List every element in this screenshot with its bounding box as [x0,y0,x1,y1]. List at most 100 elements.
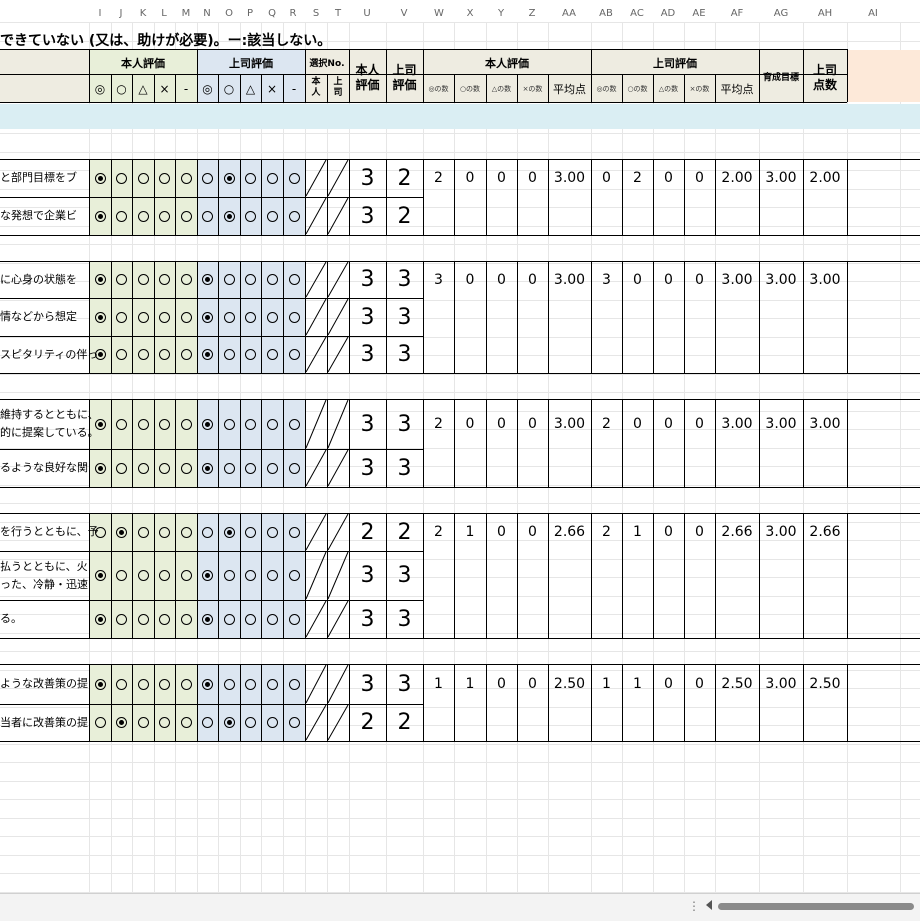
radio-icon[interactable] [245,613,256,625]
boss-eval-radio[interactable] [218,298,240,336]
radio-icon[interactable] [245,274,256,285]
boss-eval-radio[interactable] [218,261,240,298]
radio-icon[interactable] [245,526,256,538]
boss-eval-group-header[interactable]: 上司評価 [197,52,305,74]
radio-icon[interactable] [202,462,213,474]
boss-count-3[interactable]: 0 [653,159,684,197]
self-count-4[interactable]: 0 [517,159,548,197]
self-score-cell[interactable]: 3 [349,551,386,600]
radio-icon[interactable] [180,678,192,690]
column-header[interactable]: R [283,8,303,20]
self-eval-radio[interactable] [89,298,111,336]
target-value[interactable]: 3.00 [759,261,803,298]
target-value[interactable]: 3.00 [759,513,803,551]
more-vert-icon[interactable]: ⋮ [688,899,700,913]
boss-points-value[interactable]: 2.50 [803,664,847,704]
boss-symbol-header[interactable]: - [283,76,305,102]
boss-symbol-header[interactable]: △ [240,76,261,102]
boss-eval-radio[interactable] [261,704,283,741]
radio-icon[interactable] [202,210,213,222]
self-score-cell[interactable]: 3 [349,197,386,235]
self-eval-radio[interactable] [89,704,111,741]
self-count-3[interactable]: 0 [486,261,517,298]
radio-icon[interactable] [116,210,127,222]
boss-eval-radio[interactable] [283,261,305,298]
self-count-1[interactable]: 2 [423,513,454,551]
self-eval-radio[interactable] [111,704,132,741]
radio-icon[interactable] [288,462,300,474]
self-eval-radio[interactable] [89,261,111,298]
radio-icon[interactable] [116,613,127,625]
radio-icon[interactable] [137,570,149,581]
self-eval-radio[interactable] [111,159,132,197]
boss-score-header[interactable]: 上司 評価 [386,56,423,100]
self-eval-radio[interactable] [154,600,175,638]
self-eval-radio[interactable] [154,513,175,551]
radio-icon[interactable] [180,172,192,184]
radio-icon[interactable] [223,613,235,625]
self-count-header[interactable]: ◎の数 [423,76,454,102]
boss-avg[interactable]: 2.50 [715,664,759,704]
self-avg[interactable]: 2.50 [548,664,591,704]
radio-icon[interactable] [266,210,278,222]
radio-icon[interactable] [245,678,256,690]
self-eval-radio[interactable] [111,600,132,638]
boss-eval-radio[interactable] [240,336,261,373]
self-label-header[interactable]: 本人 [305,74,327,102]
boss-eval-radio[interactable] [240,704,261,741]
radio-icon[interactable] [180,526,192,538]
radio-icon[interactable] [266,717,278,728]
boss-count-4[interactable]: 0 [684,261,715,298]
radio-icon[interactable] [266,311,278,323]
radio-icon[interactable] [94,311,106,323]
boss-eval-radio[interactable] [218,197,240,235]
boss-count-2[interactable]: 1 [622,664,653,704]
self-count-3[interactable]: 0 [486,513,517,551]
self-count-2[interactable]: 0 [454,399,486,449]
radio-icon[interactable] [245,717,256,728]
self-eval-radio[interactable] [175,261,197,298]
radio-icon[interactable] [202,418,213,430]
self-eval-radio[interactable] [89,197,111,235]
column-header[interactable]: Y [491,8,511,20]
boss-eval-radio[interactable] [218,664,240,704]
boss-count-2[interactable]: 0 [622,261,653,298]
self-eval-radio[interactable] [89,449,111,487]
boss-count-header[interactable]: ○の数 [622,76,653,102]
radio-icon[interactable] [245,311,256,323]
boss-eval-radio[interactable] [240,600,261,638]
radio-icon[interactable] [223,172,235,184]
radio-icon[interactable] [180,717,192,728]
self-eval-radio[interactable] [132,399,154,449]
self-eval-radio[interactable] [175,298,197,336]
radio-icon[interactable] [288,418,300,430]
boss-count-2[interactable]: 0 [622,399,653,449]
self-eval-radio[interactable] [175,664,197,704]
self-score-cell[interactable]: 3 [349,664,386,704]
radio-icon[interactable] [159,349,170,360]
self-eval-radio[interactable] [132,197,154,235]
boss-count-1[interactable]: 3 [591,261,622,298]
radio-icon[interactable] [180,462,192,474]
radio-icon[interactable] [245,462,256,474]
boss-eval-radio[interactable] [283,336,305,373]
boss-count-3[interactable]: 0 [653,513,684,551]
boss-eval-radio[interactable] [240,159,261,197]
boss-eval-radio[interactable] [218,336,240,373]
self-count-1[interactable]: 3 [423,261,454,298]
self-count-2[interactable]: 1 [454,513,486,551]
column-header[interactable]: U [357,8,377,20]
boss-eval-radio[interactable] [261,664,283,704]
self-eval-radio[interactable] [154,551,175,600]
self-eval-radio[interactable] [175,399,197,449]
self-eval-radio[interactable] [154,336,175,373]
radio-icon[interactable] [288,717,300,728]
self-eval-radio[interactable] [154,449,175,487]
boss-eval-radio[interactable] [218,704,240,741]
column-header[interactable]: AF [727,8,747,20]
radio-icon[interactable] [116,172,127,184]
boss-eval-radio[interactable] [261,513,283,551]
self-eval-radio[interactable] [89,664,111,704]
boss-eval-radio[interactable] [240,261,261,298]
radio-icon[interactable] [94,418,106,430]
